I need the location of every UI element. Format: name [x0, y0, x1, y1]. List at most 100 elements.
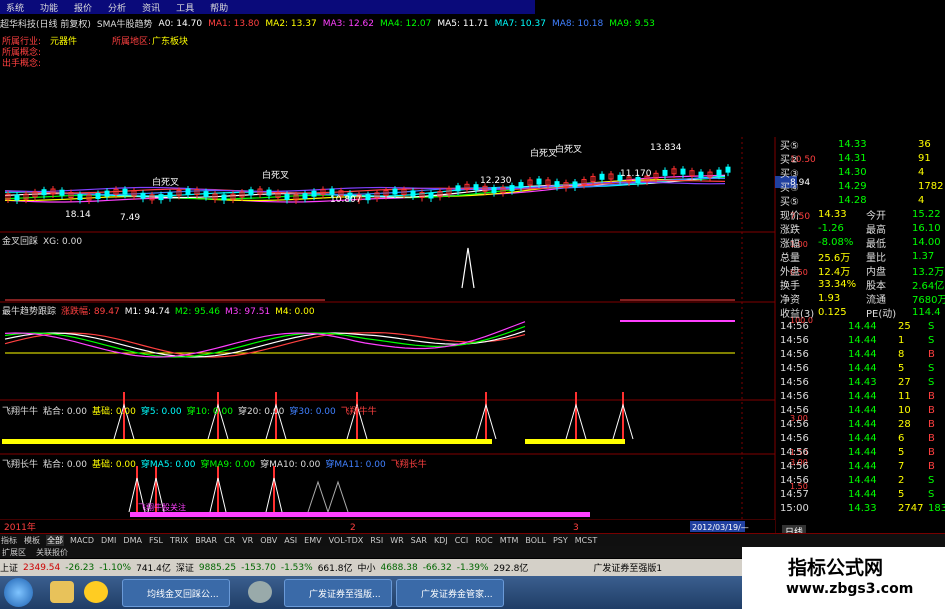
indicator-tab-10[interactable]: VR — [241, 536, 254, 545]
indicator-tab-22[interactable]: BOLL — [524, 536, 547, 545]
quote-cell: B — [928, 418, 935, 430]
indicator-tab-15[interactable]: RSI — [369, 536, 384, 545]
panel-value: 粘合: 0.00 — [43, 460, 87, 470]
quote-cell: -1.26 — [818, 222, 844, 234]
time-label: 2011年 — [4, 521, 36, 533]
panel-value: 穿20: 0.00 — [237, 407, 285, 417]
quote-cell: 16.10 — [912, 222, 941, 234]
indicator-tab-14[interactable]: VOL-TDX — [328, 536, 365, 545]
panel-value: 基础: 0.00 — [91, 407, 136, 417]
ma-line — [4, 175, 726, 197]
indicator-tab-18[interactable]: KDJ — [433, 536, 449, 545]
trend-line — [4, 325, 526, 358]
quote-cell: 净资 — [780, 294, 800, 306]
indicator-tab-17[interactable]: SAR — [410, 536, 428, 545]
candle-body — [428, 192, 434, 199]
indicator-tab-3[interactable]: MACD — [69, 536, 95, 545]
media-icon[interactable] — [248, 581, 272, 603]
base-bar — [2, 439, 492, 444]
quote-cell: PE(动) — [866, 308, 897, 320]
panel-value: 飞翔牛牛 — [340, 407, 377, 417]
quote-row: 14:56 14.44 5 S — [778, 361, 945, 375]
quote-cell: 流通 — [866, 294, 886, 306]
quote-cell: 总量 — [780, 252, 800, 264]
quote-row: 买③ 14.30 4 — [778, 165, 945, 180]
taskbar-task-2[interactable]: 广发证券至强版... — [284, 579, 392, 607]
indicator-tab-20[interactable]: ROC — [474, 536, 493, 545]
quote-cell: 收益(3) — [780, 308, 815, 320]
taskbar-task-3[interactable]: 广发证券金管家... — [396, 579, 504, 607]
quote-row: 14:56 14.43 27 S — [778, 375, 945, 389]
quote-cell: 33.34% — [818, 278, 857, 290]
quote-cell: 14.33 — [848, 502, 877, 514]
panel-value: 穿30: 0.00 — [289, 407, 336, 417]
ticker-value: 661.8亿 — [317, 564, 353, 574]
quote-cell: 36 — [918, 138, 931, 150]
quote-cell: S — [928, 320, 935, 332]
indicator-tab-5[interactable]: DMA — [122, 536, 143, 545]
quote-cell: S — [928, 362, 935, 374]
quote-cell: 换手 — [780, 280, 800, 292]
candle-body — [158, 194, 164, 201]
ticker-value: -1.53% — [280, 562, 313, 573]
price-annotation: 白死叉 — [152, 176, 179, 188]
indicator-tab-4[interactable]: DMI — [100, 536, 117, 545]
quote-cell: 14.00 — [912, 236, 941, 248]
candle-body — [491, 187, 497, 194]
panel-value: 穿MA11: 0.00 — [325, 460, 386, 470]
indicator-tab-9[interactable]: CR — [223, 536, 236, 545]
time-label: 3 — [573, 523, 579, 533]
base-bar — [130, 512, 590, 517]
indicator-tab-16[interactable]: WR — [389, 536, 404, 545]
quote-row: 涨幅 -8.08% 最低 14.00 — [778, 235, 945, 250]
quote-cell: 1.93 — [818, 292, 841, 304]
quote-row: 买② 14.31 91 — [778, 151, 945, 166]
quote-row: 14:56 14.44 28 B — [778, 417, 945, 431]
quote-cell: 14.44 — [848, 488, 877, 500]
indicator-tab-24[interactable]: MCST — [574, 536, 598, 545]
indicator-tab-7[interactable]: TRIX — [169, 536, 189, 545]
indicator-tab-13[interactable]: EMV — [303, 536, 322, 545]
indicator-tab-6[interactable]: FSL — [148, 536, 164, 545]
quote-cell: B — [928, 432, 935, 444]
quote-cell: 5 — [898, 446, 905, 458]
sub-tab-1[interactable]: 关联报价 — [34, 547, 70, 558]
quote-row: 14:56 14.44 25 S — [778, 319, 945, 333]
quote-cell: 最高 — [866, 224, 886, 236]
quote-cell: 14.44 — [848, 418, 877, 430]
indicator-tab-1[interactable]: 模板 — [23, 535, 41, 546]
quote-cell: 涨跌 — [780, 224, 800, 236]
quote-cell: 14.33 — [818, 208, 847, 220]
quote-row: 14:56 14.44 2 S — [778, 473, 945, 487]
quote-cell: 25.6万 — [818, 252, 851, 264]
panel-value: 飞翔长牛 — [390, 460, 427, 470]
folder-icon[interactable] — [50, 581, 74, 603]
candle-body — [167, 192, 173, 199]
indicator-tab-21[interactable]: MTM — [499, 536, 520, 545]
quote-cell: B — [928, 390, 935, 402]
quote-cell: 14:57 — [780, 488, 809, 500]
qq-icon[interactable] — [84, 581, 108, 603]
quote-cell: 买⑤ — [780, 196, 799, 208]
quote-cell: 8 — [898, 348, 905, 360]
indicator-tab-11[interactable]: OBV — [259, 536, 278, 545]
quote-cell: 最低 — [866, 238, 886, 250]
sub-tab-0[interactable]: 扩展区 — [0, 547, 28, 558]
indicator-tab-2[interactable]: 全部 — [46, 535, 64, 546]
quote-cell: 1782 — [918, 180, 944, 192]
start-button[interactable] — [4, 578, 33, 607]
quote-cell: 15.22 — [912, 208, 941, 220]
candle-body — [41, 189, 47, 196]
indicator-tab-23[interactable]: PSY — [552, 536, 569, 545]
candle-body — [122, 188, 128, 195]
quote-cell: 14.44 — [848, 348, 877, 360]
panel-value: 粘合: 0.00 — [43, 407, 87, 417]
indicator-tab-12[interactable]: ASI — [283, 536, 298, 545]
panel-value: XG: 0.00 — [43, 237, 83, 247]
candle-body — [266, 189, 272, 196]
indicator-tab-19[interactable]: CCI — [454, 536, 470, 545]
taskbar-task-1[interactable]: 均线金叉回踩公... — [122, 579, 230, 607]
indicator-tab-0[interactable]: 指标 — [0, 535, 18, 546]
indicator-tab-8[interactable]: BRAR — [194, 536, 218, 545]
quote-cell: 买③ — [780, 168, 799, 180]
